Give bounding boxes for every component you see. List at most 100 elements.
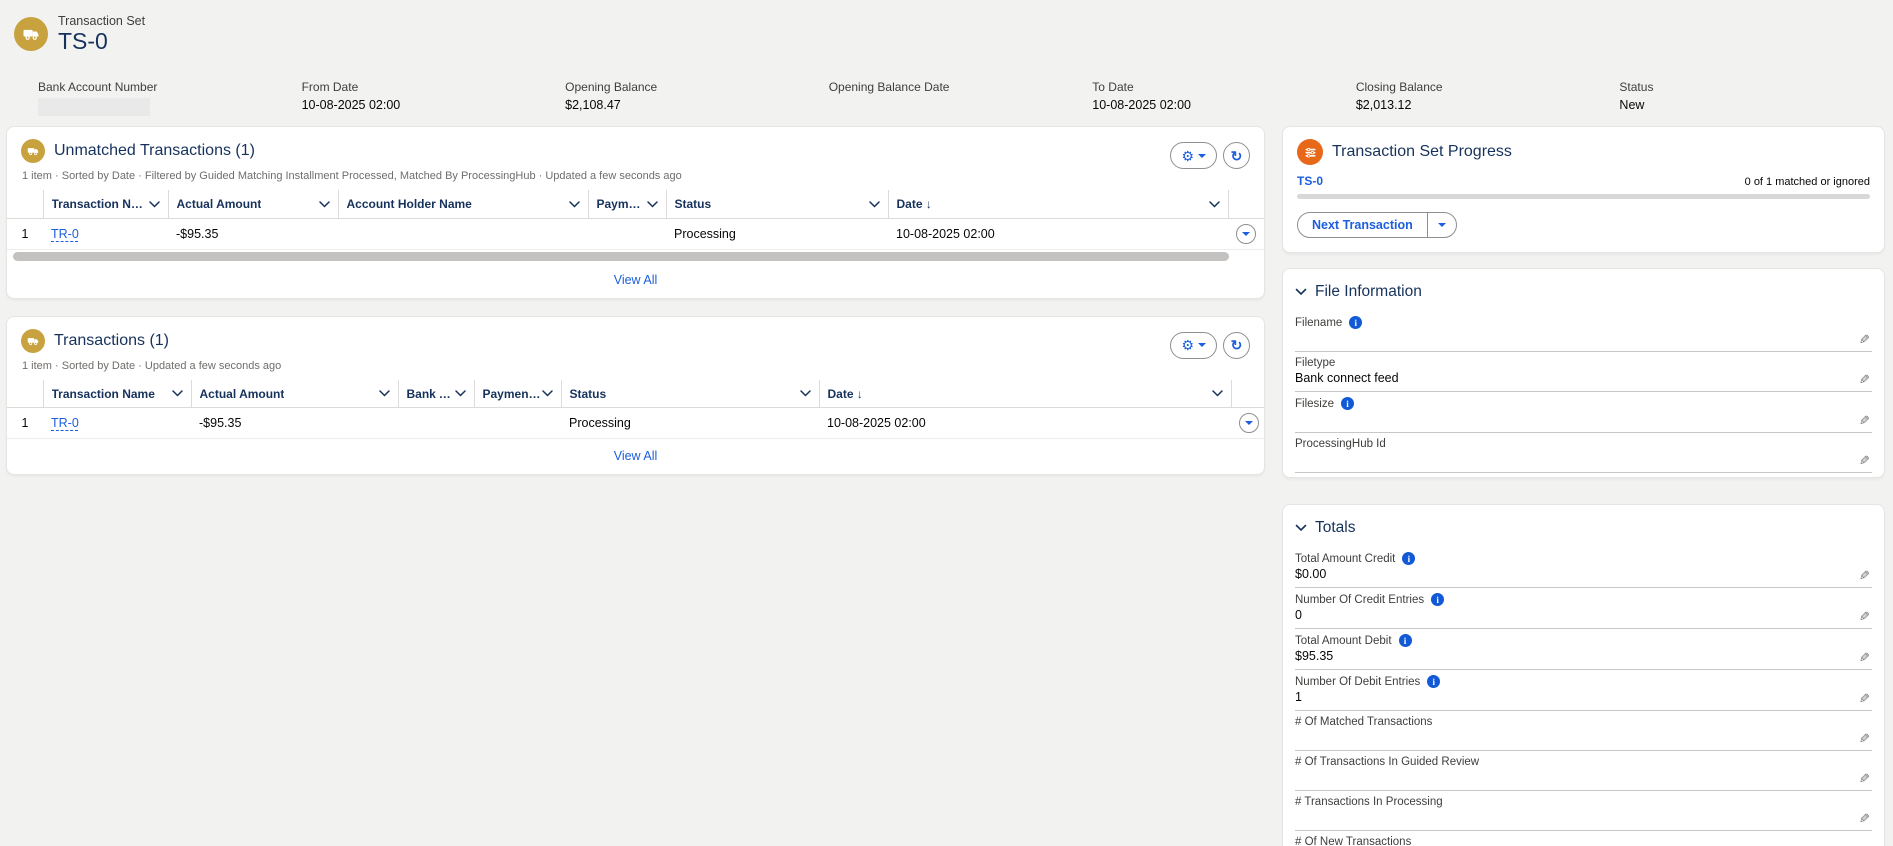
info-icon[interactable]: i <box>1341 397 1354 410</box>
row-number-header <box>7 380 43 408</box>
chevron-down-icon[interactable] <box>455 390 466 397</box>
column-header-transaction-name[interactable]: Transaction Name <box>43 190 168 218</box>
field-value: $0.00 <box>1295 567 1872 584</box>
chevron-down-icon[interactable] <box>542 390 553 397</box>
field-label: Number Of Credit Entriesi <box>1295 593 1872 606</box>
column-header-bank-acco[interactable]: Bank Acco... <box>398 380 474 408</box>
field-value: $95.35 <box>1295 649 1872 666</box>
scrollbar-thumb[interactable] <box>13 252 1229 261</box>
field-value <box>829 98 1093 114</box>
detail-field-row: FiletypeBank connect feed✎ <box>1295 352 1872 392</box>
column-header-account-holder-name[interactable]: Account Holder Name <box>338 190 588 218</box>
column-header-date[interactable]: Date ↓ <box>888 190 1228 218</box>
column-header-payment-r[interactable]: Payment R... <box>474 380 561 408</box>
info-icon[interactable]: i <box>1399 634 1412 647</box>
unmatched-transactions-subtitle: 1 item · Sorted by Date · Filtered by Gu… <box>22 170 1170 182</box>
edit-pencil-icon[interactable]: ✎ <box>1859 332 1870 348</box>
detail-field-row: Number Of Debit Entriesi1✎ <box>1295 670 1872 711</box>
edit-pencil-icon[interactable]: ✎ <box>1859 691 1870 707</box>
chevron-down-icon[interactable] <box>1209 201 1220 208</box>
detail-field-row: # Of Transactions In Guided Review ✎ <box>1295 751 1872 791</box>
table-cell <box>338 218 588 249</box>
field-label: ProcessingHub Id <box>1295 438 1872 450</box>
column-label: Transaction Name <box>52 197 149 211</box>
horizontal-scrollbar[interactable] <box>13 252 1254 261</box>
chevron-down-icon[interactable] <box>800 390 811 397</box>
detail-field-row: Total Amount Debit i $95.35✎ <box>1295 629 1872 670</box>
field-label: Closing Balance <box>1356 80 1620 94</box>
edit-pencil-icon[interactable]: ✎ <box>1859 413 1870 429</box>
edit-pencil-icon[interactable]: ✎ <box>1859 453 1870 469</box>
field-value <box>1295 730 1872 747</box>
chevron-down-icon[interactable] <box>172 390 183 397</box>
chevron-down-icon[interactable] <box>1212 390 1223 397</box>
totals-card: Totals Total Amount Crediti$0.00✎Number … <box>1282 504 1885 846</box>
highlight-field: To Date10-08-2025 02:00 <box>1092 80 1356 116</box>
column-label: Actual Amount <box>177 197 262 211</box>
field-label: Filenamei <box>1295 316 1872 329</box>
field-label: # Of Transactions In Guided Review <box>1295 756 1872 768</box>
row-actions-button[interactable] <box>1236 224 1256 244</box>
field-label: From Date <box>302 80 566 94</box>
chevron-down-icon[interactable] <box>379 390 390 397</box>
edit-pencil-icon[interactable]: ✎ <box>1859 568 1870 584</box>
view-all-link[interactable]: View All <box>614 273 658 287</box>
column-header-actual-amount[interactable]: Actual Amount <box>191 380 398 408</box>
chevron-down-icon <box>1295 524 1307 532</box>
edit-pencil-icon[interactable]: ✎ <box>1859 771 1870 787</box>
edit-pencil-icon[interactable]: ✎ <box>1859 731 1870 747</box>
row-number-header <box>7 190 43 218</box>
field-value: 10-08-2025 02:00 <box>302 98 566 114</box>
row-actions-cell <box>1228 218 1264 249</box>
edit-pencil-icon[interactable]: ✎ <box>1859 609 1870 625</box>
field-value <box>1295 331 1872 348</box>
main-column: Unmatched Transactions (1)1 item · Sorte… <box>6 126 1265 475</box>
chevron-down-icon[interactable] <box>569 201 580 208</box>
row-number-cell: 1 <box>7 218 43 249</box>
row-actions-button[interactable] <box>1239 413 1259 433</box>
unmatched-transactions-card: Unmatched Transactions (1)1 item · Sorte… <box>6 126 1265 299</box>
column-header-actual-amount[interactable]: Actual Amount <box>168 190 338 218</box>
chevron-down-icon[interactable] <box>319 201 330 208</box>
record-link[interactable]: TR-0 <box>51 227 79 241</box>
next-transaction-dropdown-button[interactable] <box>1427 213 1456 237</box>
field-value: $2,013.12 <box>1356 98 1620 114</box>
info-icon[interactable]: i <box>1431 593 1444 606</box>
info-icon[interactable]: i <box>1402 552 1415 565</box>
highlight-field: StatusNew <box>1619 80 1883 116</box>
detail-field-row: # Of Matched Transactions✎ <box>1295 711 1872 751</box>
table-cell: 10-08-2025 02:00 <box>888 218 1228 249</box>
column-header-date[interactable]: Date ↓ <box>819 380 1231 408</box>
refresh-button[interactable]: ↻ <box>1223 332 1250 359</box>
table-cell: -$95.35 <box>168 218 338 249</box>
column-header-payment-r[interactable]: Payment R... <box>588 190 666 218</box>
next-transaction-button[interactable]: Next Transaction <box>1298 213 1427 237</box>
chevron-down-icon[interactable] <box>149 201 160 208</box>
edit-pencil-icon[interactable]: ✎ <box>1859 372 1870 388</box>
file-information-section-toggle[interactable]: File Information <box>1283 279 1884 311</box>
refresh-button[interactable]: ↻ <box>1223 142 1250 169</box>
edit-pencil-icon[interactable]: ✎ <box>1859 811 1870 827</box>
progress-record-link[interactable]: TS-0 <box>1297 174 1323 188</box>
totals-section-toggle[interactable]: Totals <box>1283 515 1884 547</box>
info-icon[interactable]: i <box>1427 675 1440 688</box>
chevron-down-icon[interactable] <box>647 201 658 208</box>
refresh-icon: ↻ <box>1231 149 1243 163</box>
list-settings-button[interactable]: ⚙ <box>1170 332 1217 359</box>
field-label: Number Of Debit Entriesi <box>1295 675 1872 688</box>
list-settings-button[interactable]: ⚙ <box>1170 142 1217 169</box>
column-header-status[interactable]: Status <box>666 190 888 218</box>
transaction-list-icon <box>21 329 45 353</box>
chevron-down-icon[interactable] <box>869 201 880 208</box>
file-information-fields: Filenamei✎FiletypeBank connect feed✎File… <box>1283 311 1884 473</box>
field-label-text: Total Amount Debit <box>1295 635 1392 647</box>
section-title: File Information <box>1315 283 1422 301</box>
info-icon[interactable]: i <box>1349 316 1362 329</box>
edit-pencil-icon[interactable]: ✎ <box>1859 650 1870 666</box>
column-header-transaction-name[interactable]: Transaction Name <box>43 380 191 408</box>
column-header-status[interactable]: Status <box>561 380 819 408</box>
table-row: 1TR-0-$95.35Processing10-08-2025 02:00 <box>7 218 1264 249</box>
record-link[interactable]: TR-0 <box>51 416 79 430</box>
view-all-link[interactable]: View All <box>614 449 658 463</box>
file-information-card: File Information Filenamei✎FiletypeBank … <box>1282 268 1885 478</box>
